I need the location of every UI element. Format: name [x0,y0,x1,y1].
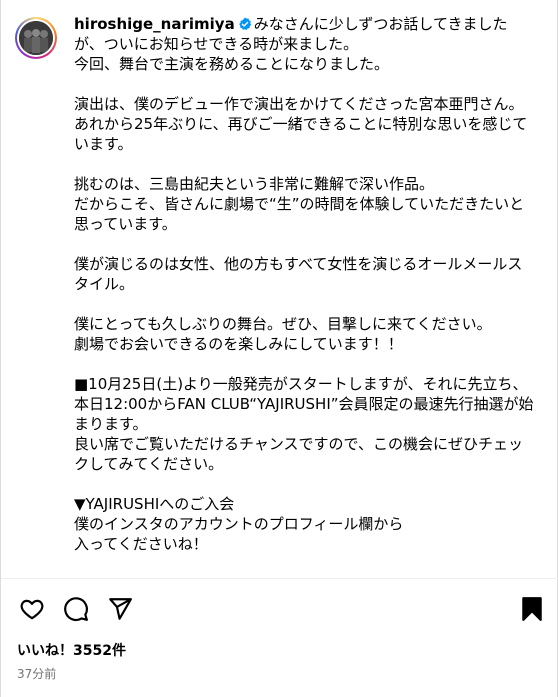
avatar-border [17,19,55,57]
avatar[interactable] [15,17,57,59]
verified-badge-icon [238,17,251,31]
like-button[interactable] [17,594,47,624]
paper-plane-icon [109,598,132,620]
post-timestamp[interactable]: 37分前 [17,666,56,682]
post-caption: hiroshige_narimiya みなさんに少しずつお話してきましたが、ついに… [74,14,534,554]
save-button[interactable] [517,594,547,624]
avatar-photo-icon [19,21,53,55]
bookmark-icon [522,597,542,621]
avatar-image [19,21,53,55]
divider [1,578,558,579]
caption-text: みなさんに少しずつお話してきましたが、ついにお知らせできる時が来ました。 今回、… [74,15,534,553]
username-link[interactable]: hiroshige_narimiya [74,15,235,33]
share-button[interactable] [105,594,135,624]
instagram-post: hiroshige_narimiya みなさんに少しずつお話してきましたが、ついに… [0,0,558,697]
action-bar [1,594,558,624]
comment-icon [64,597,88,622]
comment-button[interactable] [61,594,91,624]
heart-icon [20,599,44,620]
likes-count[interactable]: いいね！3552件 [17,642,126,660]
